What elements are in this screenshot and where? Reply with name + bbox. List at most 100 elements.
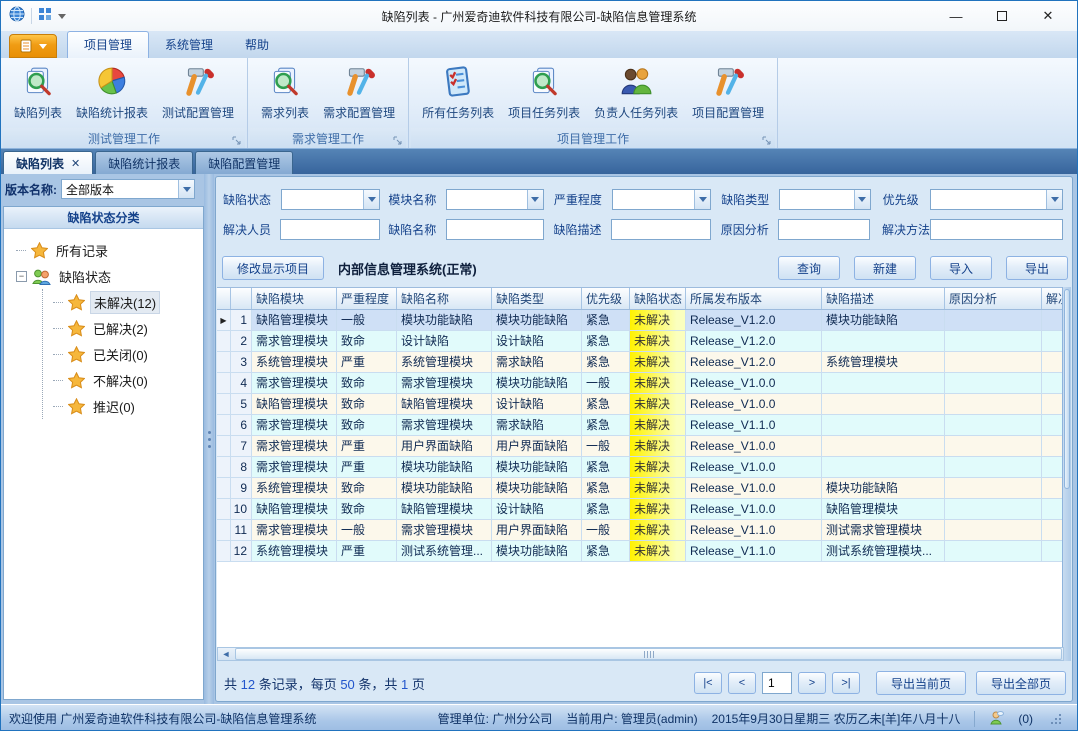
table-row[interactable]: 6需求管理模块致命需求管理模块需求缺陷紧急未解决Release_V1.1.0 <box>217 415 1064 436</box>
table-row[interactable]: 5缺陷管理模块致命缺陷管理模块设计缺陷紧急未解决Release_V1.0.0 <box>217 394 1064 415</box>
ribbon-button-测试配置管理[interactable]: 测试配置管理 <box>155 62 241 123</box>
ribbon-button-项目任务列表[interactable]: 项目任务列表 <box>501 62 587 123</box>
user-status-icon[interactable] <box>989 710 1004 728</box>
combo-dropdown-button[interactable] <box>363 190 379 209</box>
vertical-scrollbar[interactable] <box>1062 287 1071 661</box>
column-header-解决方法[interactable]: 解决方法 <box>1042 288 1064 309</box>
horizontal-scrollbar-thumb[interactable] <box>235 648 1062 660</box>
scroll-left-icon[interactable]: ◄ <box>218 648 234 660</box>
ribbon-tab-系统管理[interactable]: 系统管理 <box>149 32 229 58</box>
star-icon <box>31 242 48 259</box>
table-row[interactable]: 11需求管理模块一般需求管理模块用户界面缺陷一般未解决Release_V1.1.… <box>217 520 1064 541</box>
modify-columns-button[interactable]: 修改显示项目 <box>222 256 324 280</box>
dialog-launcher-icon[interactable] <box>393 135 403 145</box>
table-row[interactable]: 8需求管理模块严重模块功能缺陷模块功能缺陷紧急未解决Release_V1.0.0 <box>217 457 1064 478</box>
filter-input-缺陷描述[interactable] <box>611 219 711 240</box>
close-tab-icon[interactable]: ✕ <box>71 157 80 170</box>
ribbon-button-所有任务列表[interactable]: 所有任务列表 <box>415 62 501 123</box>
table-row[interactable]: ▶1缺陷管理模块一般模块功能缺陷模块功能缺陷紧急未解决Release_V1.2.… <box>217 310 1064 331</box>
column-header-缺陷状态[interactable]: 缺陷状态 <box>630 288 686 309</box>
first-page-button[interactable]: |< <box>694 672 722 694</box>
table-row[interactable]: 3系统管理模块严重系统管理模块需求缺陷紧急未解决Release_V1.2.0系统… <box>217 352 1064 373</box>
combo-dropdown-button[interactable] <box>694 190 710 209</box>
row-marker-cell <box>217 436 231 457</box>
doc-tab-缺陷统计报表[interactable]: 缺陷统计报表 <box>95 151 193 174</box>
combo-dropdown-button[interactable] <box>178 180 194 198</box>
tree-item-未解决(12)[interactable]: 未解决(12) <box>53 289 203 315</box>
message-count[interactable]: (0) <box>1018 712 1033 726</box>
table-cell-solution <box>1042 373 1064 394</box>
filter-combo-模块名称[interactable] <box>446 189 544 210</box>
ribbon-button-负责人任务列表[interactable]: 负责人任务列表 <box>587 62 685 123</box>
combo-dropdown-button[interactable] <box>527 190 543 209</box>
export-current-page-button[interactable]: 导出当前页 <box>876 671 966 695</box>
qat-dropdown-icon[interactable] <box>58 14 66 19</box>
last-page-button[interactable]: >| <box>832 672 860 694</box>
filter-input-解决人员[interactable] <box>280 219 380 240</box>
table-row[interactable]: 10缺陷管理模块致命缺陷管理模块设计缺陷紧急未解决Release_V1.0.0缺… <box>217 499 1064 520</box>
tree-expander-icon[interactable]: − <box>16 271 27 282</box>
filter-combo-优先级[interactable] <box>930 189 1063 210</box>
column-header-缺陷模块[interactable]: 缺陷模块 <box>252 288 337 309</box>
ribbon-button-需求列表[interactable]: 需求列表 <box>254 62 316 123</box>
dialog-launcher-icon[interactable] <box>762 135 772 145</box>
version-combobox[interactable]: 全部版本 <box>61 179 195 199</box>
maximize-button[interactable] <box>979 1 1025 31</box>
table-cell-desc <box>822 436 945 457</box>
table-row[interactable]: 12系统管理模块严重测试系统管理...模块功能缺陷紧急未解决Release_V1… <box>217 541 1064 562</box>
import-button[interactable]: 导入 <box>930 256 992 280</box>
column-header-原因分析[interactable]: 原因分析 <box>945 288 1042 309</box>
page-number-input[interactable] <box>762 672 792 694</box>
close-button[interactable]: ✕ <box>1025 1 1071 31</box>
column-header-严重程度[interactable]: 严重程度 <box>337 288 397 309</box>
prev-page-button[interactable]: < <box>728 672 756 694</box>
filter-combo-严重程度[interactable] <box>612 189 712 210</box>
table-cell-severity: 一般 <box>337 310 397 331</box>
column-header-缺陷名称[interactable]: 缺陷名称 <box>397 288 492 309</box>
table-cell-version: Release_V1.0.0 <box>686 457 822 478</box>
app-menu-button[interactable] <box>9 34 57 58</box>
table-row[interactable]: 7需求管理模块严重用户界面缺陷用户界面缺陷一般未解决Release_V1.0.0 <box>217 436 1064 457</box>
minimize-button[interactable]: — <box>933 1 979 31</box>
table-row[interactable]: 2需求管理模块致命设计缺陷设计缺陷紧急未解决Release_V1.2.0 <box>217 331 1064 352</box>
combo-dropdown-button[interactable] <box>1046 190 1062 209</box>
ribbon-button-缺陷统计报表[interactable]: 缺陷统计报表 <box>69 62 155 123</box>
query-button[interactable]: 查询 <box>778 256 840 280</box>
filter-combo-缺陷状态[interactable] <box>281 189 381 210</box>
column-header-缺陷类型[interactable]: 缺陷类型 <box>492 288 582 309</box>
column-header-优先级[interactable]: 优先级 <box>582 288 630 309</box>
ribbon-button-项目配置管理[interactable]: 项目配置管理 <box>685 62 771 123</box>
table-row[interactable]: 9系统管理模块致命模块功能缺陷模块功能缺陷紧急未解决Release_V1.0.0… <box>217 478 1064 499</box>
horizontal-scrollbar[interactable]: ◄ <box>217 647 1064 661</box>
tree-item-已解决(2)[interactable]: 已解决(2) <box>53 315 203 341</box>
layout-icon[interactable] <box>38 7 52 26</box>
ribbon-tab-项目管理[interactable]: 项目管理 <box>67 31 149 58</box>
column-header-缺陷描述[interactable]: 缺陷描述 <box>822 288 945 309</box>
tree-item-所有记录[interactable]: 所有记录 <box>16 237 203 263</box>
resize-grip[interactable] <box>1051 714 1061 724</box>
ribbon-button-缺陷列表[interactable]: 缺陷列表 <box>7 62 69 123</box>
tree-item-已关闭(0)[interactable]: 已关闭(0) <box>53 341 203 367</box>
table-cell-module: 需求管理模块 <box>252 331 337 352</box>
next-page-button[interactable]: > <box>798 672 826 694</box>
tree-item-不解决(0)[interactable]: 不解决(0) <box>53 367 203 393</box>
dialog-launcher-icon[interactable] <box>232 135 242 145</box>
filter-input-缺陷名称[interactable] <box>446 219 544 240</box>
vertical-scrollbar-thumb[interactable] <box>1064 289 1070 489</box>
table-row[interactable]: 4需求管理模块致命需求管理模块模块功能缺陷一般未解决Release_V1.0.0 <box>217 373 1064 394</box>
ribbon-tab-帮助[interactable]: 帮助 <box>229 32 285 58</box>
export-all-pages-button[interactable]: 导出全部页 <box>976 671 1066 695</box>
tree-item-推迟(0)[interactable]: 推迟(0) <box>53 393 203 419</box>
doc-tab-缺陷配置管理[interactable]: 缺陷配置管理 <box>195 151 293 174</box>
new-button[interactable]: 新建 <box>854 256 916 280</box>
filter-combo-缺陷类型[interactable] <box>779 189 871 210</box>
export-button[interactable]: 导出 <box>1006 256 1068 280</box>
tree-item-缺陷状态[interactable]: −缺陷状态 <box>16 263 203 289</box>
column-header-所属发布版本[interactable]: 所属发布版本 <box>686 288 822 309</box>
splitter-handle[interactable] <box>204 174 214 704</box>
ribbon-button-需求配置管理[interactable]: 需求配置管理 <box>316 62 402 123</box>
filter-input-解决方法[interactable] <box>930 219 1063 240</box>
filter-input-原因分析[interactable] <box>778 219 870 240</box>
doc-tab-缺陷列表[interactable]: 缺陷列表✕ <box>3 151 93 174</box>
combo-dropdown-button[interactable] <box>854 190 870 209</box>
